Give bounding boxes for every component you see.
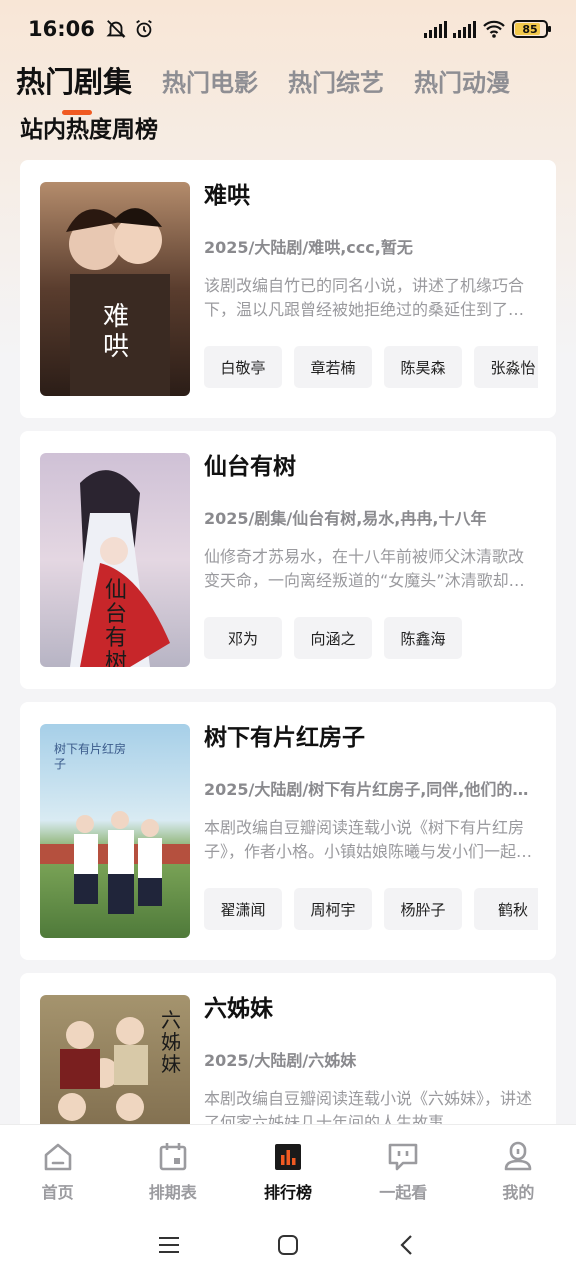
show-card[interactable]: 六姊妹 六姊妹 2025/大陆剧/六姊妹 本剧改编自豆瓣阅读连载小说《六姊妹》，… <box>20 973 556 1125</box>
actor-chip[interactable]: 翟潇闻 <box>204 888 282 930</box>
actor-chip[interactable]: 章若楠 <box>294 346 372 388</box>
section-title: 站内热度周榜 <box>20 117 158 143</box>
actor-chip[interactable]: 白敬亭 <box>204 346 282 388</box>
show-description: 仙修奇才苏易水，在十八年前被师父沐清歌改变天命，一向离经叛道的“女魔头”沐清歌却… <box>204 547 525 590</box>
ranking-icon <box>275 1144 301 1170</box>
show-title[interactable]: 难哄 <box>204 178 538 214</box>
home-icon <box>44 1143 71 1171</box>
calendar-icon <box>159 1143 187 1171</box>
nav-home[interactable]: 首页 <box>0 1125 115 1210</box>
actor-chip[interactable]: 张淼怡 <box>474 346 538 388</box>
tab-hot-series[interactable]: 热门剧集 <box>16 59 133 115</box>
show-poster[interactable]: 六姊妹 <box>40 995 190 1125</box>
status-time: 16:06 <box>28 17 95 41</box>
actor-list: 邓为 向涵之 陈鑫海 <box>204 617 538 659</box>
show-poster[interactable]: 树下有片红房子 <box>40 724 190 938</box>
chat-icon <box>388 1143 418 1171</box>
alarm-icon <box>136 19 152 38</box>
show-card[interactable]: 树下有片红房子 树下有片红房子 2025/大陆剧/树下有片红房子,同伴,他们的青… <box>20 702 556 960</box>
show-meta: 2025/大陆剧/六姊妹 <box>204 1051 357 1070</box>
battery-level: 85 <box>522 22 538 36</box>
category-tabs: 热门剧集 热门电影 热门综艺 热门动漫 <box>0 52 576 115</box>
menu-icon[interactable] <box>155 1231 183 1259</box>
show-title[interactable]: 仙台有树 <box>204 449 538 485</box>
show-meta: 2025/大陆剧/难哄,ccc,暂无 <box>204 238 413 257</box>
tab-hot-movies[interactable]: 热门电影 <box>162 63 258 98</box>
actor-list: 翟潇闻 周柯宇 杨肸子 鹤秋 <box>204 888 538 930</box>
poster-title: 树下有片红房子 <box>54 742 127 771</box>
status-bar: 16:06 85 <box>0 0 576 58</box>
tab-hot-variety[interactable]: 热门综艺 <box>288 63 384 98</box>
actor-chip[interactable]: 周柯宇 <box>294 888 372 930</box>
show-card[interactable]: 仙台有树 仙台有树 2025/剧集/仙台有树,易水,冉冉,十八年 仙修奇才苏易水… <box>20 431 556 689</box>
nav-profile[interactable]: 我的 <box>461 1125 576 1210</box>
nav-watch-together[interactable]: 一起看 <box>346 1125 461 1210</box>
tab-hot-anime[interactable]: 热门动漫 <box>414 63 510 98</box>
nav-label: 我的 <box>502 1183 535 1202</box>
signal-icon <box>424 20 447 38</box>
actor-chip[interactable]: 杨肸子 <box>384 888 462 930</box>
back-icon[interactable] <box>393 1231 421 1259</box>
show-title[interactable]: 六姊妹 <box>204 991 538 1027</box>
tab-label: 热门综艺 <box>288 68 385 97</box>
tab-label: 热门电影 <box>162 68 259 97</box>
show-description: 本剧改编自豆瓣阅读连载小说《树下有片红房子》，作者小格。小镇姑娘陈曦与发小们一起… <box>204 818 533 861</box>
poster-title: 仙台有树 <box>104 578 127 668</box>
signal-icon-2 <box>453 20 476 38</box>
actor-list: 白敬亭 章若楠 陈昊森 张淼怡 <box>204 346 538 388</box>
show-card[interactable]: 难哄 难哄 2025/大陆剧/难哄,ccc,暂无 该剧改编自竹已的同名小说，讲述… <box>20 160 556 418</box>
show-description: 本剧改编自豆瓣阅读连载小说《六姊妹》，讲述了何家六姊妹几十年间的人生故事。 <box>204 1089 533 1125</box>
actor-chip[interactable]: 向涵之 <box>294 617 372 659</box>
nav-label: 首页 <box>41 1183 74 1202</box>
nav-label: 排行榜 <box>264 1183 313 1202</box>
nav-label: 排期表 <box>148 1183 197 1202</box>
battery-icon: 85 <box>512 20 551 38</box>
wifi-icon <box>483 20 505 38</box>
system-nav-bar <box>0 1210 576 1280</box>
show-meta: 2025/大陆剧/树下有片红房子,同伴,他们的青春 <box>204 780 538 799</box>
nav-ranking[interactable]: 排行榜 <box>230 1125 345 1210</box>
show-poster[interactable]: 仙台有树 <box>40 453 190 667</box>
actor-chip[interactable]: 陈昊森 <box>384 346 462 388</box>
nav-schedule[interactable]: 排期表 <box>115 1125 230 1210</box>
home-square-icon[interactable] <box>274 1231 302 1259</box>
tab-label: 热门剧集 <box>16 65 133 99</box>
show-title[interactable]: 树下有片红房子 <box>204 720 538 756</box>
show-meta: 2025/剧集/仙台有树,易水,冉冉,十八年 <box>204 509 487 528</box>
poster-title: 六姊妹 <box>161 1008 181 1076</box>
actor-chip[interactable]: 鹤秋 <box>474 888 538 930</box>
nav-label: 一起看 <box>379 1183 428 1202</box>
poster-title: 难哄 <box>102 302 129 362</box>
show-poster[interactable]: 难哄 <box>40 182 190 396</box>
show-list: 难哄 难哄 2025/大陆剧/难哄,ccc,暂无 该剧改编自竹已的同名小说，讲述… <box>20 160 556 1125</box>
bell-muted-icon <box>106 20 126 38</box>
actor-chip[interactable]: 邓为 <box>204 617 282 659</box>
tab-label: 热门动漫 <box>414 68 511 97</box>
show-description: 该剧改编自竹已的同名小说，讲述了机缘巧合下，温以凡跟曾经被她拒绝过的桑延住到了一… <box>204 276 525 319</box>
actor-chip[interactable]: 陈鑫海 <box>384 617 462 659</box>
bottom-nav: 首页 排期表 排行榜 一起看 我的 <box>0 1124 576 1210</box>
profile-icon <box>505 1141 532 1171</box>
